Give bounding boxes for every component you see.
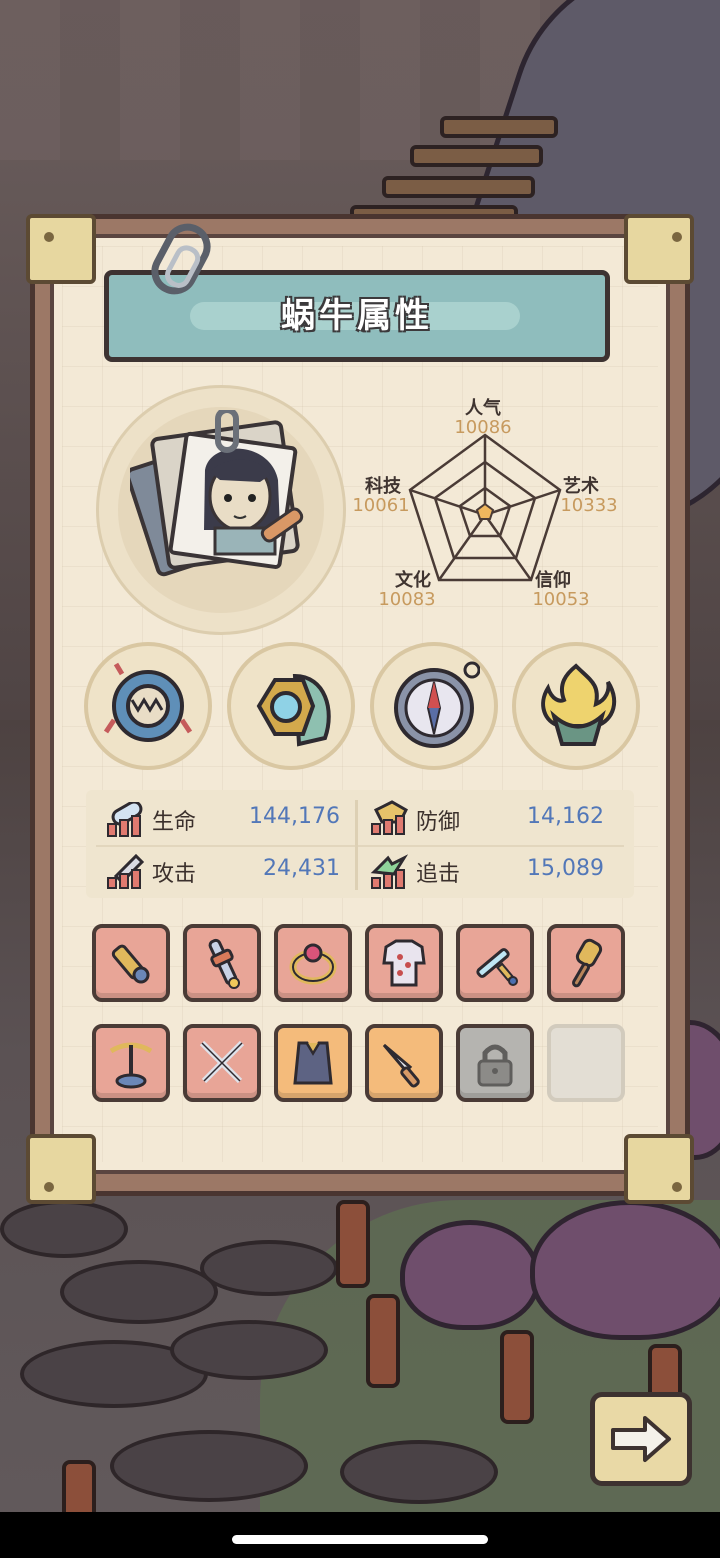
fence-post: [366, 1294, 400, 1388]
health-icon: [107, 802, 143, 837]
frame-corner-bottom-left: [26, 1134, 96, 1204]
fence-post: [500, 1330, 534, 1424]
monster-ring-icon: [103, 662, 193, 742]
mace-icon: [572, 938, 603, 988]
fence-post: [336, 1200, 370, 1288]
equipment-slot-9[interactable]: [274, 1024, 352, 1102]
arrow-right-icon: [611, 1416, 671, 1462]
equipment-slot-12-empty[interactable]: [547, 1024, 625, 1102]
radar-stat-value: 10086: [454, 417, 512, 438]
equipment-slot-8[interactable]: [183, 1024, 261, 1102]
armor-icon: [382, 939, 426, 987]
character-portrait[interactable]: [130, 410, 310, 580]
equipment-slot-2[interactable]: [183, 924, 261, 1002]
scepter-icon: [208, 938, 240, 989]
relic-slot-4[interactable]: [512, 642, 640, 770]
next-button[interactable]: [590, 1392, 692, 1486]
stepping-stone: [0, 1200, 128, 1258]
crossbow-icon: [109, 1042, 153, 1089]
sword-icon: [476, 948, 518, 986]
attributes-column-divider: [355, 800, 358, 890]
relic-slot-1[interactable]: [84, 642, 212, 770]
frame-corner-bottom-right: [624, 1134, 694, 1204]
stepping-stone: [340, 1440, 498, 1504]
wooden-step: [382, 176, 535, 198]
attack-value: 24,431: [263, 856, 340, 881]
attributes-row-divider: [96, 845, 624, 847]
mushroom: [400, 1220, 540, 1330]
vest-icon: [293, 1041, 333, 1085]
health-label: 生命: [152, 810, 197, 835]
equipment-slot-6[interactable]: [547, 924, 625, 1002]
frame-corner-top-left: [26, 214, 96, 284]
defense-value: 14,162: [527, 804, 604, 829]
lock-icon: [477, 1044, 513, 1087]
pursuit-label: 追击: [416, 862, 461, 887]
wooden-step: [440, 116, 558, 138]
equipment-slot-5[interactable]: [456, 924, 534, 1002]
golden-flame-icon: [541, 663, 617, 746]
frame-corner-top-right: [624, 214, 694, 284]
equipment-slot-7[interactable]: [92, 1024, 170, 1102]
ring-icon: [289, 943, 337, 985]
pursuit-icon: [370, 854, 409, 889]
equipment-slot-4[interactable]: [365, 924, 443, 1002]
stepping-stone: [200, 1240, 338, 1296]
defense-label: 防御: [416, 810, 461, 835]
radar-value-area: [475, 502, 495, 520]
radar-stat-value: 10333: [560, 495, 618, 516]
stepping-stone: [110, 1430, 308, 1502]
compass-icon: [394, 661, 480, 748]
radar-stat-value: 10061: [352, 495, 410, 516]
wooden-step: [410, 145, 543, 167]
relic-slot-3[interactable]: [370, 642, 498, 770]
equipment-slot-11-locked[interactable]: [456, 1024, 534, 1102]
cannon-icon: [111, 944, 150, 984]
attack-label: 攻击: [152, 862, 197, 887]
radar-stat-value: 10053: [532, 589, 590, 610]
crossed-swords-icon: [199, 1040, 245, 1084]
equipment-slot-1[interactable]: [92, 924, 170, 1002]
equipment-slot-3[interactable]: [274, 924, 352, 1002]
defense-icon: [371, 800, 408, 835]
panel-title: 蜗牛属性: [281, 296, 433, 336]
health-value: 144,176: [249, 804, 340, 829]
relic-slot-2[interactable]: [227, 642, 355, 770]
stepping-stone: [170, 1320, 328, 1380]
mushroom: [530, 1200, 720, 1340]
home-indicator[interactable]: [232, 1535, 488, 1544]
attack-icon: [107, 854, 145, 889]
dagger-icon: [382, 1043, 420, 1088]
radar-stat-value: 10083: [378, 589, 436, 610]
pursuit-value: 15,089: [527, 856, 604, 881]
gem-shell-icon: [256, 673, 331, 747]
stepping-stone: [60, 1260, 218, 1324]
equipment-slot-10[interactable]: [365, 1024, 443, 1102]
